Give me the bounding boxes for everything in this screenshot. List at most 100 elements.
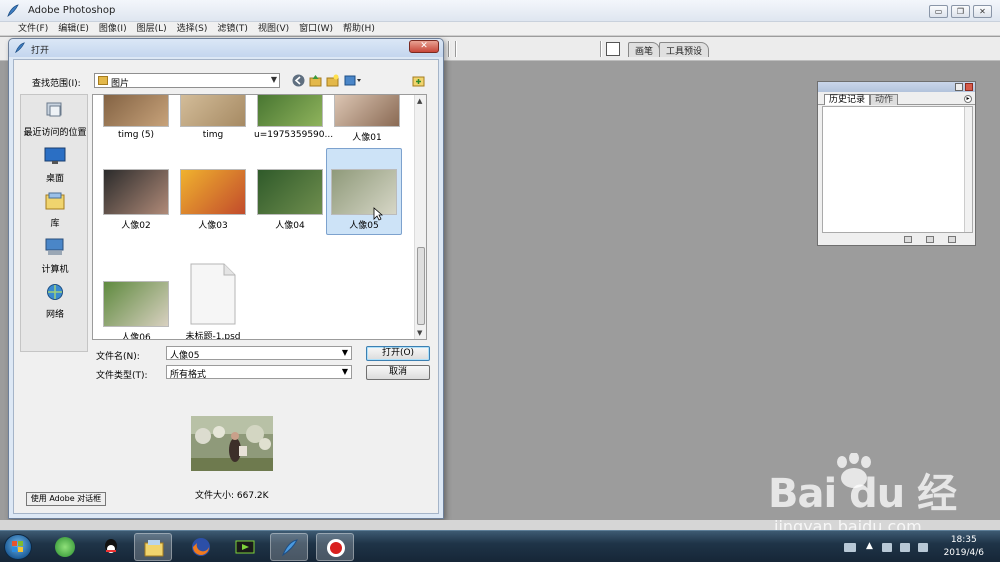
- scroll-down-icon[interactable]: ▼: [417, 329, 422, 337]
- place-computer[interactable]: 计算机: [21, 238, 89, 275]
- use-adobe-dialog-button[interactable]: 使用 Adobe 对话框: [26, 492, 106, 506]
- dialog-title: 打开: [31, 46, 50, 56]
- new-document-icon[interactable]: [926, 236, 934, 243]
- history-palette-tabs: 历史记录 动作 ▸: [818, 92, 975, 105]
- baidu-watermark: Bai du 经验 jingyan.baidu.com: [760, 453, 980, 562]
- up-folder-icon[interactable]: [309, 74, 322, 87]
- tab-history[interactable]: 历史记录: [824, 94, 871, 105]
- scrollbar-thumb[interactable]: [417, 247, 425, 325]
- taskbar-app-photoshop[interactable]: [270, 533, 308, 561]
- menu-filter[interactable]: 滤镜(T): [217, 22, 248, 35]
- menu-image[interactable]: 图像(I): [99, 22, 127, 35]
- new-snapshot-icon[interactable]: [904, 236, 912, 243]
- file-thumbnail: [103, 95, 169, 127]
- start-button[interactable]: [4, 534, 32, 560]
- file-name: 未标题-1.psd: [185, 332, 241, 340]
- look-in-value: 图片: [111, 79, 130, 89]
- window-controls: ▭ ❐ ✕: [929, 5, 992, 18]
- palette-minimize-button[interactable]: [955, 83, 963, 91]
- chevron-down-icon: ▼: [270, 75, 277, 84]
- firefox-icon: [192, 538, 210, 556]
- file-item[interactable]: timg: [177, 95, 249, 140]
- menu-window[interactable]: 窗口(W): [299, 22, 333, 35]
- network-tray-icon[interactable]: [918, 543, 928, 552]
- trash-icon[interactable]: [948, 236, 956, 243]
- menu-edit[interactable]: 编辑(E): [58, 22, 89, 35]
- place-desktop[interactable]: 桌面: [21, 147, 89, 184]
- history-list[interactable]: [822, 106, 973, 233]
- folder-icon: [98, 76, 108, 85]
- file-type-value: 所有格式: [170, 370, 207, 380]
- file-item[interactable]: 人像02: [100, 169, 172, 231]
- close-button[interactable]: ✕: [973, 5, 992, 18]
- taskbar-app-explorer[interactable]: [134, 533, 172, 561]
- look-in-dropdown[interactable]: 图片 ▼: [94, 73, 280, 89]
- palette-menu-icon[interactable]: ▸: [964, 95, 972, 103]
- file-item[interactable]: 人像03: [177, 169, 249, 231]
- record-icon: [327, 539, 345, 557]
- history-scrollbar[interactable]: [964, 107, 972, 232]
- minimize-button[interactable]: ▭: [929, 5, 948, 18]
- tab-brushes[interactable]: 画笔: [628, 42, 661, 57]
- new-folder-green-icon[interactable]: [412, 74, 425, 87]
- taskbar-app-browser[interactable]: [46, 533, 84, 561]
- options-separator: [455, 41, 457, 57]
- taskbar-app-recorder[interactable]: [316, 533, 354, 561]
- dialog-close-button[interactable]: ✕: [409, 40, 439, 53]
- file-item[interactable]: 人像01: [331, 95, 403, 143]
- open-dialog: 打开 ✕ 查找范围(I): 图片 ▼ 最近访问的位置 桌面 库 计算机 网络 t…: [8, 38, 444, 519]
- back-icon[interactable]: [292, 74, 305, 87]
- file-item-selected[interactable]: 人像05: [326, 148, 402, 235]
- file-browser-icon[interactable]: [606, 42, 620, 56]
- look-in-label: 查找范围(I):: [32, 79, 81, 89]
- tab-tool-presets[interactable]: 工具预设: [659, 42, 710, 57]
- file-item[interactable]: 人像06: [100, 281, 172, 339]
- open-button[interactable]: 打开(O): [366, 346, 430, 361]
- file-item[interactable]: timg (5): [100, 95, 172, 140]
- file-item[interactable]: u=1975359590...: [254, 95, 333, 140]
- windows-logo-icon: [12, 541, 23, 552]
- place-label: 计算机: [41, 265, 69, 275]
- place-libraries[interactable]: 库: [21, 192, 89, 229]
- explorer-icon: [144, 540, 164, 557]
- menu-select[interactable]: 选择(S): [177, 22, 208, 35]
- file-name-value: 人像05: [170, 351, 200, 361]
- file-name-input[interactable]: 人像05 ▼: [166, 346, 352, 361]
- history-palette-titlebar[interactable]: [818, 82, 975, 92]
- taskbar-app-media[interactable]: [226, 533, 264, 561]
- file-list-scrollbar[interactable]: ▲ ▼: [414, 95, 426, 339]
- qq-icon: [105, 539, 117, 553]
- new-folder-icon[interactable]: [326, 74, 339, 87]
- menu-view[interactable]: 视图(V): [258, 22, 289, 35]
- file-list[interactable]: timg (5) timg u=1975359590... 人像01 人像02 …: [92, 94, 427, 340]
- place-network[interactable]: 网络: [21, 283, 89, 320]
- file-type-dropdown[interactable]: 所有格式 ▼: [166, 365, 352, 380]
- computer-icon: [45, 238, 64, 255]
- document-icon: [190, 263, 236, 325]
- security-icon[interactable]: [882, 543, 892, 552]
- view-menu-icon[interactable]: [344, 74, 362, 87]
- keyboard-icon[interactable]: [844, 543, 856, 552]
- volume-icon[interactable]: [900, 543, 910, 552]
- file-item[interactable]: 未标题-1.psd: [177, 262, 249, 340]
- menu-file[interactable]: 文件(F): [18, 22, 48, 35]
- cancel-button[interactable]: 取消: [366, 365, 430, 380]
- tray-arrow-icon[interactable]: ▲: [866, 541, 873, 551]
- tab-actions[interactable]: 动作: [870, 94, 899, 105]
- chevron-down-icon[interactable]: ▼: [342, 348, 348, 357]
- dialog-title-bar[interactable]: 打开 ✕: [9, 39, 443, 57]
- photoshop-title-bar: Adobe Photoshop ▭ ❐ ✕: [0, 0, 1000, 22]
- menu-help[interactable]: 帮助(H): [343, 22, 375, 35]
- palette-close-button[interactable]: [965, 83, 973, 91]
- taskbar-app-qq[interactable]: [92, 533, 130, 561]
- menu-layer[interactable]: 图层(L): [137, 22, 167, 35]
- restore-button[interactable]: ❐: [951, 5, 970, 18]
- place-recent[interactable]: 最近访问的位置: [21, 101, 89, 138]
- scroll-up-icon[interactable]: ▲: [417, 97, 422, 105]
- place-label: 桌面: [45, 174, 64, 184]
- file-item[interactable]: 人像04: [254, 169, 326, 231]
- palette-well: 画笔 工具预设: [628, 42, 990, 58]
- taskbar-app-firefox[interactable]: [182, 533, 220, 561]
- clock[interactable]: 18:35 2019/4/6: [944, 534, 984, 560]
- file-name: 人像05: [349, 221, 379, 231]
